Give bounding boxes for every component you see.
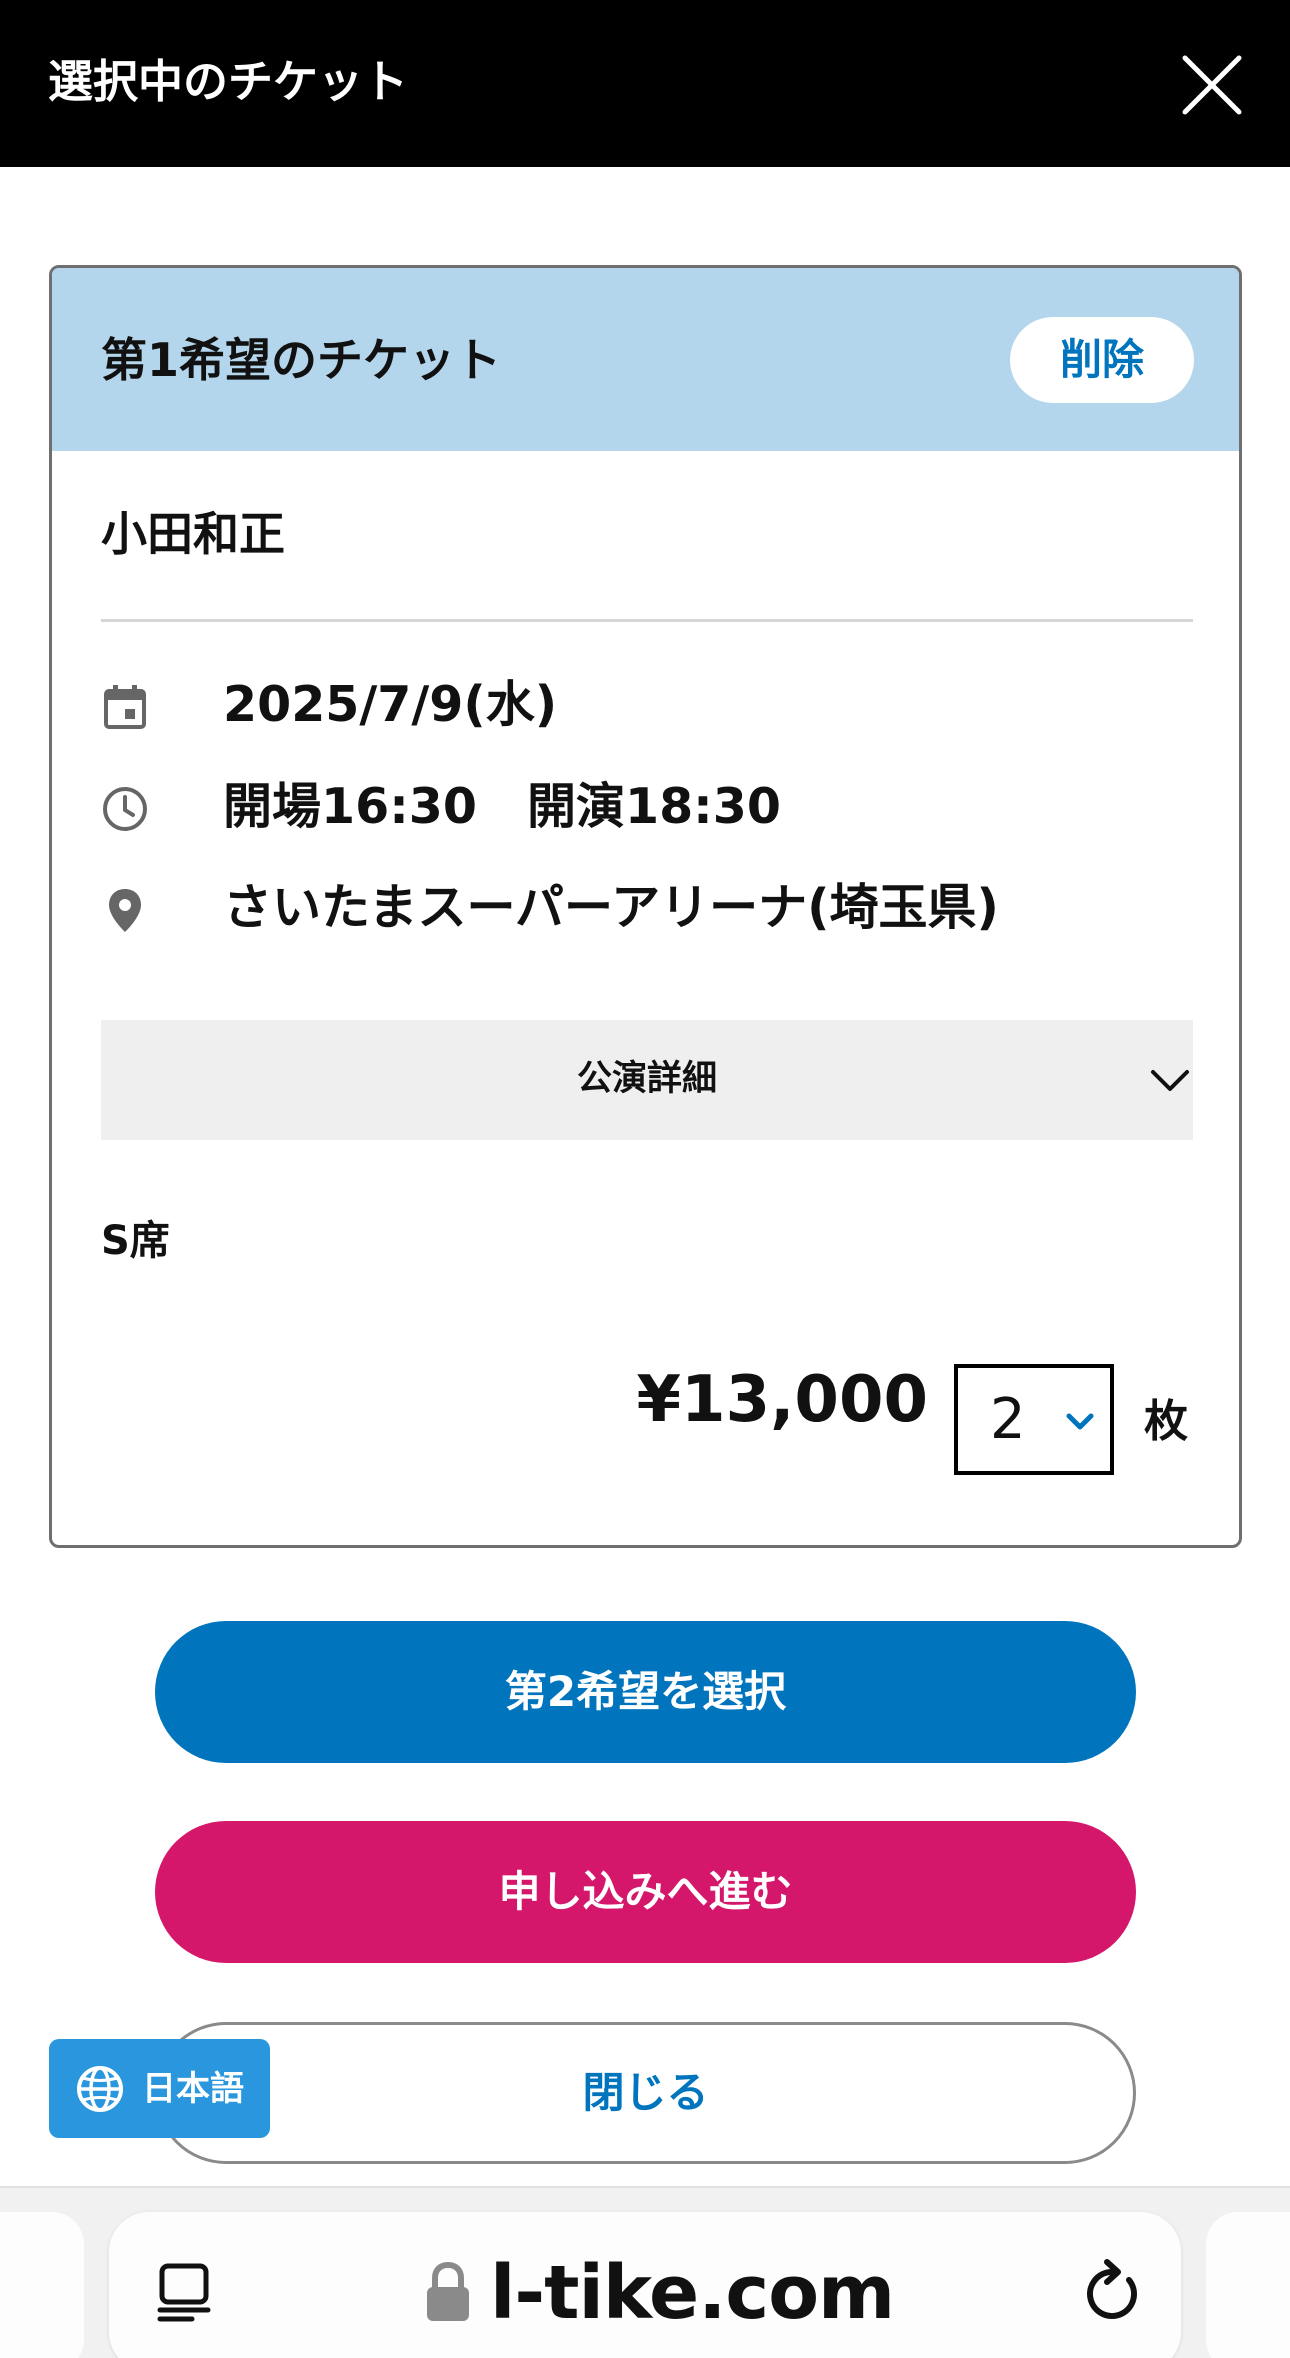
ticket-price: ¥13,000 (636, 1363, 929, 1437)
start-time: 開演18:30 (526, 778, 781, 835)
chevron-down-icon (1066, 1413, 1094, 1430)
close-button[interactable]: 閉じる (155, 2022, 1136, 2164)
url-text[interactable]: l-tike.com (490, 2248, 895, 2338)
lock-icon (427, 2261, 469, 2321)
previous-tab-edge[interactable] (0, 2212, 84, 2358)
divider (101, 619, 1193, 622)
open-time: 開場16:30 (223, 778, 477, 835)
address-bar[interactable]: l-tike.com (109, 2212, 1181, 2358)
ticket-card-header: 第1希望のチケット 削除 (52, 268, 1239, 451)
browser-toolbar: l-tike.com (0, 2186, 1290, 2358)
performance-details-toggle[interactable]: 公演詳細 (101, 1020, 1193, 1140)
calendar-icon (104, 685, 146, 729)
modal-header: 選択中のチケット (0, 0, 1290, 167)
performance-date: 2025/7/9(水) (223, 676, 558, 733)
performance-times: 開場16:30 開演18:30 (223, 775, 781, 839)
delete-button[interactable]: 削除 (1010, 317, 1194, 403)
quantity-value: 2 (990, 1387, 1026, 1452)
close-icon[interactable] (1180, 53, 1244, 117)
location-pin-icon (109, 889, 141, 932)
clock-icon (103, 787, 147, 831)
reload-icon[interactable] (1081, 2258, 1143, 2324)
modal-title: 選択中のチケット (48, 55, 409, 108)
quantity-unit: 枚 (1144, 1396, 1188, 1447)
seat-type: S席 (101, 1218, 170, 1264)
ticket-card: 第1希望のチケット 削除 小田和正 2025/7/9(水) 開場16:30 開演1… (49, 265, 1242, 1548)
reader-mode-icon[interactable] (154, 2260, 214, 2324)
language-switcher[interactable]: 日本語 (49, 2039, 270, 2138)
proceed-to-apply-button[interactable]: 申し込みへ進む (155, 1821, 1136, 1963)
chevron-down-icon (1151, 1070, 1189, 1091)
globe-icon (77, 2066, 123, 2112)
artist-name: 小田和正 (101, 507, 285, 561)
ticket-choice-heading: 第1希望のチケット (101, 333, 502, 387)
quantity-select[interactable]: 2 (954, 1364, 1114, 1475)
performance-details-label: 公演詳細 (576, 1059, 717, 1099)
next-tab-edge[interactable] (1206, 2212, 1290, 2358)
venue-name: さいたまスーパーアリーナ(埼玉県) (223, 879, 999, 936)
select-second-choice-button[interactable]: 第2希望を選択 (155, 1621, 1136, 1763)
language-label: 日本語 (142, 2069, 244, 2109)
